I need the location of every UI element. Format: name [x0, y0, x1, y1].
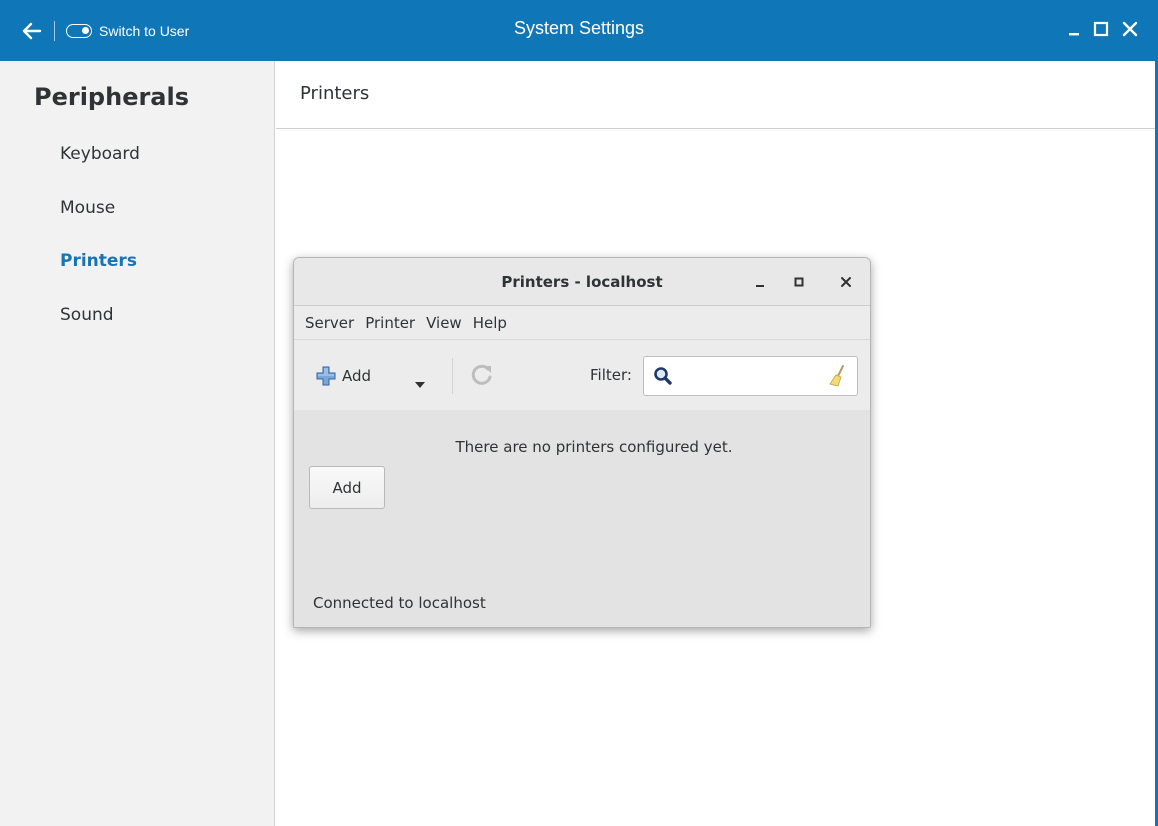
add-printer-button[interactable]: Add	[309, 466, 385, 509]
search-icon	[654, 367, 672, 385]
close-icon	[1122, 21, 1138, 37]
sidebar-item-keyboard[interactable]: Keyboard	[60, 144, 140, 164]
empty-message-text: There are no printers configured yet.	[455, 438, 733, 456]
filter-label: Filter:	[590, 366, 632, 384]
toolbar-add-label: Add	[342, 367, 372, 385]
sidebar: Peripherals Keyboard Mouse Printers Soun…	[0, 61, 275, 826]
dialog-close-button[interactable]	[836, 272, 856, 292]
close-icon	[841, 277, 851, 287]
refresh-button[interactable]	[469, 362, 495, 392]
toolbar-add-button[interactable]: Add	[316, 366, 371, 386]
maximize-icon	[794, 277, 804, 287]
menu-help[interactable]: Help	[473, 314, 507, 332]
page-title: Printers	[300, 83, 370, 104]
maximize-button[interactable]	[1089, 16, 1113, 42]
dialog-maximize-button[interactable]	[789, 272, 809, 292]
filter-input[interactable]	[676, 365, 816, 387]
window-titlebar: Switch to User System Settings	[0, 0, 1158, 61]
empty-message: There are no printers configured yet.	[294, 438, 870, 456]
minimize-button[interactable]	[1062, 16, 1086, 42]
printer-list-area: There are no printers configured yet. Ad…	[294, 410, 870, 627]
menubar: Server Printer View Help	[294, 306, 870, 340]
menu-view[interactable]: View	[426, 314, 462, 332]
dialog-titlebar: Printers - localhost	[294, 258, 870, 306]
sidebar-heading: Peripherals	[34, 83, 190, 111]
minimize-icon	[756, 285, 764, 287]
chevron-down-icon	[415, 382, 425, 388]
toolbar-separator	[452, 358, 453, 394]
add-dropdown-button[interactable]	[414, 374, 426, 393]
toolbar: Add Filter:	[294, 340, 870, 410]
status-text: Connected to localhost	[313, 594, 486, 612]
plus-icon	[316, 366, 336, 386]
menu-server[interactable]: Server	[305, 314, 354, 332]
minimize-icon	[1069, 33, 1079, 36]
close-button[interactable]	[1118, 16, 1142, 42]
filter-field[interactable]	[643, 356, 858, 396]
sidebar-item-sound[interactable]: Sound	[60, 305, 114, 325]
dialog-title: Printers - localhost	[501, 273, 663, 291]
printers-dialog: Printers - localhost Server Printer View…	[293, 257, 871, 628]
dialog-minimize-button[interactable]	[750, 272, 770, 292]
refresh-icon	[471, 364, 492, 385]
maximize-icon	[1093, 21, 1109, 37]
menu-printer[interactable]: Printer	[365, 314, 415, 332]
sidebar-item-printers[interactable]: Printers	[60, 251, 137, 271]
main-header: Printers	[276, 61, 1155, 129]
window-title: System Settings	[513, 18, 645, 38]
sidebar-item-mouse[interactable]: Mouse	[60, 198, 115, 218]
clear-broom-icon	[829, 365, 844, 387]
